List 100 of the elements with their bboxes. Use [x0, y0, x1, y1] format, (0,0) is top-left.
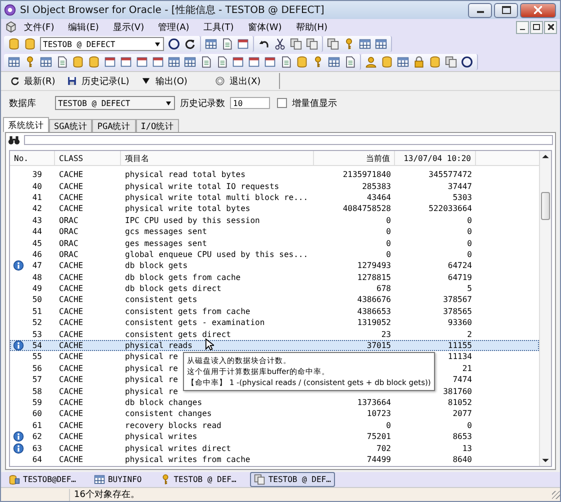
task-button[interactable]: TESTOB@DEF…	[5, 472, 80, 487]
table-cell: 41	[32, 192, 42, 202]
pages-icon[interactable]	[306, 38, 318, 50]
connection-dropdown[interactable]: TESTOB @ DEFECT	[40, 37, 164, 51]
window-icon[interactable]	[248, 56, 260, 68]
database-icon[interactable]	[429, 56, 441, 68]
task-button[interactable]: BUYINFO	[90, 472, 146, 487]
table-cell: CACHE	[59, 386, 84, 396]
grid-icon[interactable]	[184, 56, 196, 68]
window-icon[interactable]	[136, 56, 148, 68]
table-cell: 1279493	[357, 261, 391, 270]
tab[interactable]: SGA统计	[49, 119, 92, 132]
grid-icon[interactable]	[375, 38, 387, 50]
triangle-icon	[165, 100, 172, 106]
pages-icon[interactable]	[445, 56, 457, 68]
table-cell: 56	[32, 364, 42, 373]
column-header[interactable]: 项目名	[121, 151, 314, 165]
table-cell: 63	[32, 444, 42, 453]
resize-grip-icon[interactable]	[552, 490, 560, 498]
window-icon[interactable]	[232, 56, 244, 68]
pages-icon	[254, 474, 266, 485]
grid-icon[interactable]	[8, 56, 20, 68]
grid-icon[interactable]	[359, 38, 371, 50]
search-field[interactable]	[24, 135, 553, 145]
window-icon[interactable]	[237, 38, 249, 50]
column-header[interactable]: 当前值	[314, 151, 395, 165]
menu-item[interactable]: 管理(A)	[151, 20, 196, 34]
close-button[interactable]	[544, 20, 557, 34]
task-button[interactable]: TESTOB @ DEF…	[156, 472, 240, 487]
grid-icon[interactable]	[40, 56, 52, 68]
history-count-field[interactable]: 10	[230, 97, 270, 109]
binoculars-icon[interactable]	[8, 136, 20, 144]
database-icon[interactable]	[88, 56, 100, 68]
menu-item[interactable]: 编辑(E)	[61, 20, 106, 34]
menu-item[interactable]: 显示(V)	[106, 20, 152, 34]
checkbox[interactable]	[277, 98, 287, 108]
menu-item[interactable]: 窗体(W)	[240, 20, 289, 34]
window-icon[interactable]	[120, 56, 132, 68]
tab[interactable]: 系统统计	[3, 117, 49, 132]
grid-icon[interactable]	[205, 38, 217, 50]
document-icon[interactable]	[221, 38, 233, 50]
tab[interactable]: PGA统计	[92, 119, 136, 132]
task-button[interactable]: TESTOB @ DEF…	[250, 472, 335, 487]
window-icon[interactable]	[152, 56, 164, 68]
table-cell: 42	[32, 204, 42, 214]
table-cell: CACHE	[59, 170, 84, 180]
column-header[interactable]: No.	[10, 151, 55, 165]
minimize-button[interactable]	[468, 2, 492, 18]
table-cell: CACHE	[59, 284, 84, 294]
action-button[interactable]: 最新(R)	[4, 73, 62, 89]
scissors-icon[interactable]	[274, 38, 286, 50]
scrollbar[interactable]	[539, 151, 551, 466]
window-icon[interactable]	[264, 56, 276, 68]
grid-icon[interactable]	[328, 56, 340, 68]
key-icon[interactable]	[343, 38, 355, 50]
database-icon[interactable]	[296, 56, 308, 68]
grid-icon[interactable]	[397, 56, 409, 68]
menu-item[interactable]: 文件(F)	[17, 20, 62, 34]
document-icon[interactable]	[344, 56, 356, 68]
circle-icon[interactable]	[461, 56, 473, 68]
database-icon[interactable]	[72, 56, 84, 68]
database-dropdown[interactable]: TESTOB @ DEFECT	[55, 96, 175, 110]
window-icon[interactable]	[104, 56, 116, 68]
database-icon[interactable]	[8, 38, 20, 50]
grid-icon[interactable]	[168, 56, 180, 68]
pages-icon[interactable]	[290, 38, 302, 50]
tab[interactable]: I/O统计	[136, 119, 180, 132]
refresh-icon	[10, 76, 20, 86]
action-button[interactable]: 历史记录(L)	[61, 73, 136, 89]
database-icon[interactable]	[381, 56, 393, 68]
circle-icon[interactable]	[168, 38, 180, 50]
column-header[interactable]: 13/07/04 10:20	[395, 151, 476, 165]
scroll-thumb[interactable]	[541, 192, 550, 220]
document-icon[interactable]	[200, 56, 212, 68]
table-cell: 8640	[452, 454, 472, 464]
menu-item[interactable]: 帮助(H)	[288, 20, 335, 34]
document-icon[interactable]	[56, 56, 68, 68]
key-icon[interactable]	[24, 56, 36, 68]
action-button[interactable]: 输出(O)	[135, 73, 194, 89]
restore-button[interactable]	[530, 20, 543, 34]
table-cell: ORAC	[59, 216, 78, 225]
table-cell: 51	[32, 306, 42, 316]
column-header[interactable]: CLASS	[55, 151, 121, 165]
refresh-icon[interactable]	[184, 38, 196, 50]
close-button[interactable]	[520, 2, 556, 18]
lock-icon[interactable]	[413, 56, 425, 68]
document-icon[interactable]	[216, 56, 228, 68]
table-cell: global enqueue CPU used by this ses...	[125, 250, 308, 259]
action-button[interactable]: 退出(X)	[209, 73, 267, 89]
table-cell: physical writes direct	[125, 444, 231, 453]
database-icon[interactable]	[24, 38, 36, 50]
menu-item[interactable]: 工具(T)	[196, 20, 241, 34]
maximize-button[interactable]	[494, 2, 518, 18]
minimize-button[interactable]	[516, 20, 529, 34]
key-icon[interactable]	[312, 56, 324, 68]
pages-icon[interactable]	[327, 38, 339, 50]
person-icon[interactable]	[365, 56, 377, 68]
table-cell: 4386676	[357, 295, 391, 304]
undo-icon[interactable]	[258, 38, 270, 50]
document-icon[interactable]	[280, 56, 292, 68]
